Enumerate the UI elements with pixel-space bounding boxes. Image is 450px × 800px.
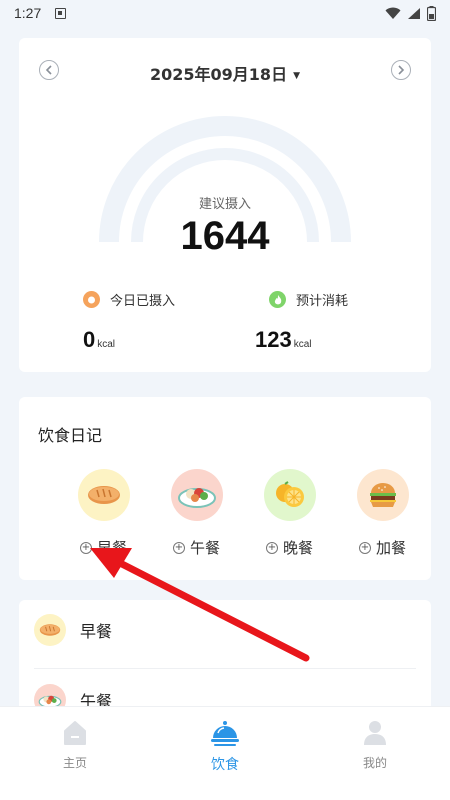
list-divider bbox=[34, 668, 416, 669]
meal-label-dinner: 晚餐 bbox=[282, 539, 313, 557]
tab-label-profile: 我的 bbox=[362, 756, 387, 770]
add-breakfast-button[interactable]: + 早餐 bbox=[57, 469, 150, 558]
tab-profile[interactable]: 我的 bbox=[300, 707, 450, 800]
status-time: 1:27 bbox=[14, 5, 42, 21]
burn-unit: kcal bbox=[293, 339, 312, 350]
add-lunch-button[interactable]: + 午餐 bbox=[150, 469, 243, 558]
wifi-icon bbox=[385, 7, 401, 19]
orange-icon bbox=[263, 469, 316, 521]
signal-icon bbox=[408, 7, 420, 19]
intake-unit: kcal bbox=[97, 339, 116, 350]
status-bar: 1:27 bbox=[0, 0, 450, 26]
tab-home[interactable]: 主页 bbox=[0, 707, 150, 800]
next-day-button[interactable] bbox=[391, 60, 411, 80]
status-icons bbox=[385, 5, 436, 21]
user-icon bbox=[364, 721, 386, 745]
food-cloche-icon bbox=[211, 721, 239, 746]
chevron-right-icon bbox=[398, 65, 405, 75]
date-text: 2025年09月18日 bbox=[150, 65, 288, 84]
burn-label: 预计消耗 bbox=[296, 294, 349, 309]
tab-label-home: 主页 bbox=[62, 756, 87, 770]
bottom-tab-bar: 主页 饮食 我的 bbox=[0, 706, 450, 800]
burn-value: 123 bbox=[255, 327, 292, 352]
meal-label-snack: 加餐 bbox=[375, 539, 406, 557]
add-dinner-button[interactable]: + 晚餐 bbox=[243, 469, 336, 558]
notification-icon bbox=[55, 7, 67, 19]
meal-label-breakfast: 早餐 bbox=[96, 539, 127, 557]
intake-stat: 今日已摄入 0 kcal bbox=[83, 290, 175, 353]
intake-value: 0 bbox=[83, 327, 96, 352]
bread-icon bbox=[77, 469, 130, 521]
recommended-intake-value: 1644 bbox=[180, 214, 270, 258]
plus-circle-icon: + bbox=[172, 541, 185, 554]
plus-circle-icon: + bbox=[79, 541, 92, 554]
date-navigator: 2025年09月18日 ▼ bbox=[19, 60, 431, 84]
bread-icon bbox=[34, 614, 66, 646]
intake-label: 今日已摄入 bbox=[110, 294, 176, 309]
list-item-breakfast[interactable]: 早餐 bbox=[19, 600, 431, 660]
gauge-caption: 建议摄入 bbox=[198, 197, 251, 212]
diet-diary-card: 饮食日记 + 早餐 + 午餐 + 晚餐 + 加餐 bbox=[19, 397, 431, 580]
meal-label-lunch: 午餐 bbox=[189, 539, 220, 557]
tab-diet[interactable]: 饮食 bbox=[150, 707, 300, 800]
burger-icon bbox=[356, 469, 409, 521]
list-label-breakfast: 早餐 bbox=[80, 622, 113, 641]
home-icon bbox=[64, 721, 86, 745]
date-picker[interactable]: 2025年09月18日 ▼ bbox=[19, 61, 431, 85]
tab-label-diet: 饮食 bbox=[211, 757, 239, 773]
burn-stat: 预计消耗 123 kcal bbox=[255, 290, 349, 353]
caret-down-icon: ▼ bbox=[293, 71, 300, 81]
intake-icon bbox=[83, 291, 100, 308]
plus-circle-icon: + bbox=[358, 541, 371, 554]
meal-buttons: + 早餐 + 午餐 + 晚餐 + 加餐 bbox=[19, 469, 431, 558]
add-snack-button[interactable]: + 加餐 bbox=[336, 469, 429, 558]
lunch-plate-icon bbox=[170, 469, 223, 521]
flame-icon bbox=[269, 291, 286, 308]
plus-circle-icon: + bbox=[265, 541, 278, 554]
battery-icon bbox=[427, 5, 436, 21]
calorie-summary-card: 2025年09月18日 ▼ 建议摄入 1644 今日已摄入 0 kcal 预计消耗 … bbox=[19, 38, 431, 372]
diary-title: 饮食日记 bbox=[38, 426, 103, 445]
